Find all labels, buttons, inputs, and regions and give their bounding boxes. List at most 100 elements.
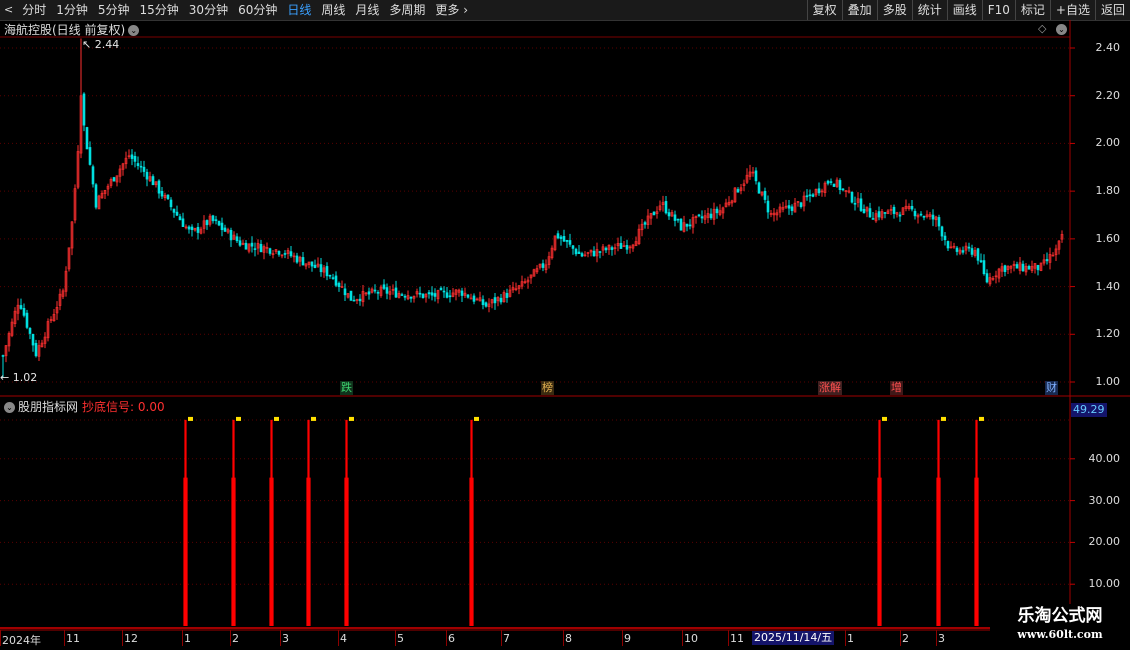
candle-body [325,266,329,277]
candle-body [211,215,215,222]
candle-body [967,246,971,249]
candle-body [853,202,857,205]
candle-body [175,211,179,216]
candle-body [151,176,155,186]
date-label: 2 [902,632,909,645]
date-cursor-label: 2025/11/14/五 [752,631,835,645]
candle-body [133,155,137,162]
candle-body [700,216,704,219]
date-label: 5 [397,632,404,645]
date-label: 4 [340,632,347,645]
candle-body [187,226,191,230]
candle-body [301,257,305,266]
candle-body [481,299,485,306]
event-tag[interactable]: 跌 [340,381,353,395]
candle-body [244,242,248,250]
signal-marker [474,416,479,421]
candle-body [373,289,377,292]
candle-body [214,219,218,221]
candle-body [559,236,563,239]
candle-body [943,235,947,241]
candle-body [181,218,185,227]
candle-body [805,195,809,198]
date-label: 11 [66,632,80,645]
candle-body [1021,263,1025,272]
candle-body [310,261,314,267]
candle-body [427,292,431,295]
event-tag[interactable]: 榜 [541,381,554,395]
candle-body [142,166,146,172]
candle-body [376,292,380,294]
price-axis-label: 2.20 [1095,88,1121,102]
candle-body [352,299,356,302]
candle-body [484,302,488,307]
candle-body [1015,264,1019,269]
candle-body [28,327,32,334]
event-tag[interactable]: 涨解 [818,381,842,395]
candle-body [811,194,815,197]
candle-body [469,297,473,300]
candle-body [757,182,761,194]
candle-body [763,190,767,200]
date-label: 12 [124,632,138,645]
signal-marker [188,416,193,421]
candle-body [82,93,86,126]
candle-body [145,171,149,180]
candle-body [910,205,914,210]
candle-body [313,264,317,268]
indicator-current-value: 49.29 [1071,403,1107,417]
candle-body [205,220,209,226]
candle-body [913,210,917,217]
candle-body [664,201,668,214]
candle-body [667,212,671,217]
date-tick [0,630,1,646]
event-tag[interactable]: 财 [1045,381,1058,395]
high-price-label: ↖ 2.44 [82,38,120,51]
candle-body [985,273,989,283]
candle-body [382,284,386,289]
candle-body [832,183,836,187]
candle-body [250,242,254,247]
candle-body [808,194,812,197]
candle-body [472,295,476,302]
candle-body [166,194,170,200]
signal-marker [349,416,354,421]
candle-body [955,247,959,252]
candle-body [1045,259,1049,262]
price-axis-label: 1.00 [1095,375,1121,388]
candle-body [403,295,407,298]
kline-chart[interactable] [0,0,1130,650]
candle-body [922,216,926,218]
price-axis-label: 1.80 [1095,184,1121,198]
date-label: 9 [624,632,631,645]
candle-body [499,297,503,303]
candle-body [235,236,239,242]
candle-body [937,217,941,227]
watermark-title: 乐淘公式网 [1017,606,1103,626]
candle-body [295,255,299,263]
candle-body [172,208,176,213]
candle-body [838,180,842,190]
candle-body [160,190,164,197]
candle-body [31,333,35,346]
date-tick [563,630,564,646]
date-tick [936,630,937,646]
event-tag[interactable]: 增 [890,381,903,395]
price-axis-label: 1.60 [1095,231,1121,245]
candle-body [1,355,5,357]
candle-body [826,180,830,184]
candle-body [568,240,572,245]
date-label: 11 [730,632,744,645]
candle-body [652,211,656,216]
candle-body [22,308,26,316]
date-tick [845,630,846,646]
candle-body [604,247,608,251]
candle-body [970,248,974,255]
date-tick [338,630,339,646]
candle-body [277,251,281,255]
candle-body [88,147,92,165]
candle-body [85,127,89,150]
candle-body [505,293,509,298]
watermark-logo: 乐淘公式网 www.60lt.com [990,604,1130,650]
signal-marker [236,416,241,421]
